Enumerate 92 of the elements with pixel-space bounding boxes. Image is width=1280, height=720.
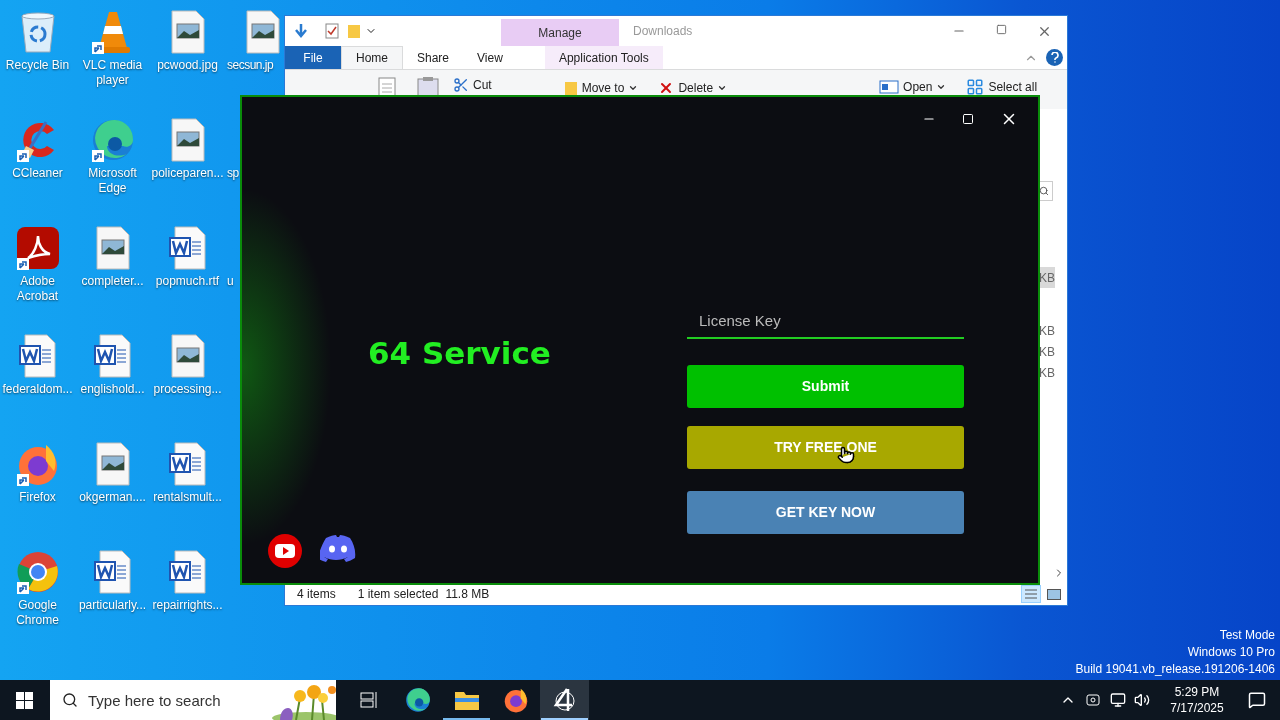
camera-icon[interactable] [1086, 692, 1100, 708]
desktop-icon-label[interactable]: okgerman.... [75, 490, 150, 505]
folder-icon [347, 23, 361, 39]
image-file-icon [169, 10, 206, 54]
clock[interactable]: 5:29 PM 7/17/2025 [1162, 684, 1232, 716]
status-text: 11.8 MB [445, 586, 490, 603]
volume-icon[interactable] [1134, 692, 1150, 708]
desktop-icon-label[interactable]: rentalsmult... [150, 490, 225, 505]
context-tab-label: Manage [501, 19, 619, 46]
app-title: 64 Service [368, 335, 551, 372]
desktop-icon-label[interactable]: CCleaner [0, 166, 75, 181]
image-file-icon [94, 442, 131, 486]
ribbon-command[interactable]: Delete [658, 79, 728, 97]
search-field[interactable]: Type here to search [88, 688, 266, 712]
desktop-icon-label[interactable]: Adobe Acrobat [0, 274, 75, 304]
desktop-icon-label[interactable]: Google Chrome [0, 598, 75, 628]
ribbon-tab[interactable]: Home [341, 46, 403, 69]
file-size: KB [1039, 343, 1055, 361]
file-menu-button[interactable]: File [285, 46, 341, 69]
play-button-icon[interactable] [268, 534, 302, 569]
ribbon-tab[interactable]: Share [403, 46, 464, 69]
word-document-icon [168, 442, 207, 486]
search-icon [62, 692, 78, 708]
windows-start-icon[interactable] [16, 691, 33, 709]
firefox-browser-icon [502, 687, 529, 713]
ribbon-command[interactable]: Select all [966, 78, 1038, 96]
image-file-icon [169, 118, 206, 162]
system-info-text: Windows 10 Pro [1187, 644, 1275, 661]
desktop-icon-label[interactable]: englishold... [75, 382, 150, 397]
system-info-text: Build 19041.vb_release.191206-1406 [1075, 661, 1275, 678]
desktop-icon-label[interactable]: Recycle Bin [0, 58, 75, 73]
grid-icon [966, 78, 985, 96]
status-text: 4 items [297, 586, 336, 603]
desktop-icon-label[interactable]: processing... [150, 382, 225, 397]
task-view-icon [358, 691, 379, 709]
help-icon[interactable] [1046, 49, 1063, 66]
caret-icon [936, 82, 947, 92]
desktop-icon-label[interactable]: completer... [75, 274, 150, 289]
search-icon [1039, 186, 1049, 196]
word-document-icon [168, 550, 207, 594]
edge-browser-icon [404, 687, 431, 713]
desktop-icon-label[interactable]: particularly... [75, 598, 150, 613]
caret-icon [628, 83, 639, 93]
chrome-browser-icon [15, 550, 60, 594]
license-key-field[interactable]: License Key [687, 303, 964, 340]
desktop-icon-label[interactable]: secsun.jp [227, 58, 274, 73]
window-title: Downloads [633, 23, 693, 40]
desktop-icon-label[interactable]: policeparen... [150, 166, 225, 181]
word-document-icon [18, 334, 57, 378]
ribbon-tab[interactable]: View [463, 46, 517, 69]
file-size: KB [1039, 364, 1055, 382]
caret-icon [717, 83, 728, 93]
search-bar[interactable]: Type here to search [50, 680, 336, 720]
ribbon-tab[interactable]: Application Tools [544, 46, 663, 69]
ribbon-command[interactable]: Open [877, 78, 949, 96]
desktop-icon-label[interactable]: repairrights... [150, 598, 225, 613]
desktop-icon-label[interactable]: Firefox [0, 490, 75, 505]
window-icon [879, 79, 900, 95]
scissors-icon [453, 77, 469, 93]
system-info-text: Test Mode [1219, 627, 1275, 644]
file-size: KB [1039, 322, 1055, 340]
network-icon[interactable] [1110, 692, 1126, 708]
thumbnail-view-icon[interactable] [1047, 588, 1061, 600]
image-file-icon [94, 226, 131, 270]
image-file-icon [244, 10, 281, 54]
word-document-icon [168, 226, 207, 270]
folder-icon [453, 689, 480, 711]
word-document-icon [93, 550, 132, 594]
download-arrow-icon [293, 23, 309, 39]
edge-browser-icon [90, 118, 135, 162]
folder-icon [563, 80, 578, 96]
status-text: 1 item selected [357, 586, 439, 603]
desktop-icon-label[interactable]: sp [227, 166, 239, 181]
game-controller-face-icon[interactable] [320, 534, 356, 563]
desktop-icon-label[interactable]: Microsoft Edge [75, 166, 150, 196]
ribbon-command[interactable]: Move to [563, 79, 639, 97]
action-button[interactable]: GET KEY NOW [687, 491, 964, 535]
desktop-icon-label[interactable]: popmuch.rtf [150, 274, 225, 289]
action-button[interactable]: TRY FREE ONE [687, 426, 964, 470]
desktop-icon-label[interactable]: federaldom... [0, 382, 75, 397]
desktop-icon-label[interactable]: pcwood.jpg [150, 58, 225, 73]
checklist-icon [325, 23, 339, 39]
stylized-four-icon [552, 687, 577, 713]
notifications-icon[interactable] [1248, 691, 1266, 709]
taskbar-app[interactable] [540, 680, 589, 720]
word-document-icon [93, 334, 132, 378]
action-button[interactable]: Submit [687, 365, 964, 409]
image-file-icon [169, 334, 206, 378]
ribbon-command[interactable]: Cut [453, 76, 492, 94]
desktop-icon-label[interactable]: VLC media player [75, 58, 150, 88]
desktop-icon-label[interactable]: u [227, 274, 234, 289]
pdf-app-icon [15, 226, 60, 270]
